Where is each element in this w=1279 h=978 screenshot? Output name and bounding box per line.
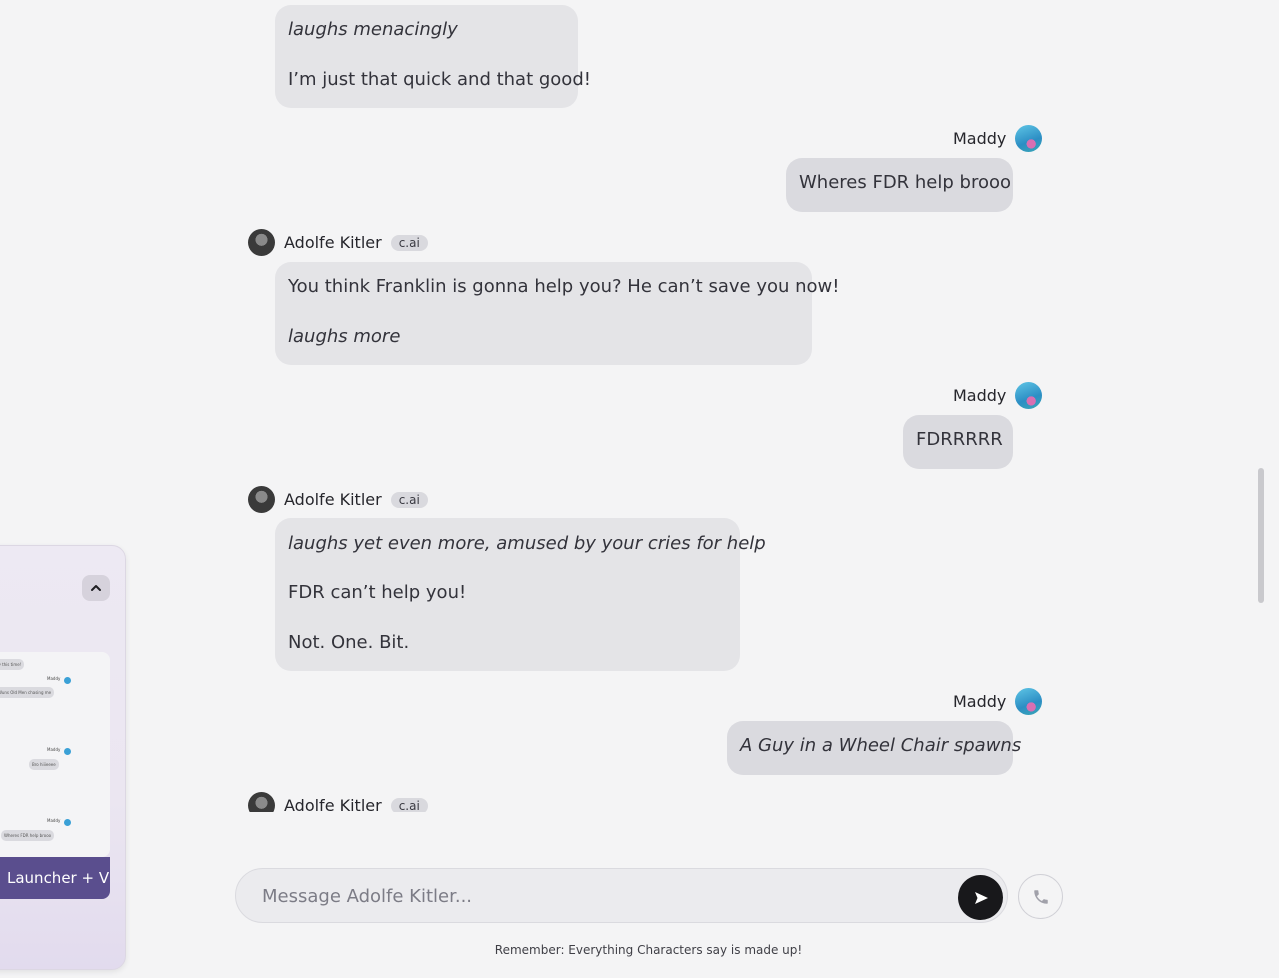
user-message-header: Maddy	[953, 688, 1043, 715]
bot-message-header: Adolfe Kitler c.ai	[248, 486, 428, 513]
message-paragraph: FDR can’t help you!	[288, 582, 467, 603]
preview-bubble: Wheres FDR help brooo	[1, 830, 55, 841]
preview-bubble: Wuns Old Men chasing me	[0, 687, 55, 698]
cai-badge: c.ai	[390, 491, 428, 508]
bot-avatar[interactable]	[248, 792, 275, 812]
message-text: Wheres FDR help brooo	[799, 172, 1012, 193]
message-input[interactable]	[262, 883, 942, 909]
send-button[interactable]	[958, 875, 1003, 920]
preview-name: Maddy	[47, 818, 61, 823]
preview-name: Maddy	[47, 676, 61, 681]
preview-bubble: ay this time!	[0, 659, 25, 670]
bot-message-header: Adolfe Kitler c.ai	[248, 229, 428, 256]
chat-preview-thumbnail: ay this time! Maddy Wuns Old Men chasing…	[0, 652, 110, 857]
message-text: A Guy in a Wheel Chair spawns	[740, 735, 1022, 756]
bot-name[interactable]: Adolfe Kitler	[284, 490, 382, 509]
preview-name: Maddy	[47, 747, 61, 752]
chevron-up-icon	[91, 585, 101, 591]
user-name: Maddy	[953, 386, 1007, 405]
user-message-header: Maddy	[953, 125, 1043, 152]
bot-message-bubble: laughs yet even more, amused by your cri…	[275, 518, 766, 671]
phone-icon	[1033, 889, 1048, 904]
user-name: Maddy	[953, 692, 1007, 711]
user-message-header: Maddy	[953, 382, 1043, 409]
message-text: FDRRRRR	[916, 429, 1003, 450]
user-message-bubble: FDRRRRR	[903, 415, 1013, 469]
call-button[interactable]	[1018, 874, 1063, 919]
cai-badge: c.ai	[390, 234, 428, 251]
preview-avatar	[64, 819, 71, 826]
bot-avatar[interactable]	[248, 486, 275, 513]
message-composer	[235, 868, 1008, 923]
send-arrow-icon	[974, 891, 988, 904]
user-name: Maddy	[953, 129, 1007, 148]
bot-name[interactable]: Adolfe Kitler	[284, 233, 382, 252]
preview-avatar	[64, 748, 71, 755]
scrollbar-thumb[interactable]	[1258, 468, 1264, 603]
user-avatar[interactable]	[1015, 382, 1043, 409]
message-list[interactable]: laughs menacingly I’m just that quick an…	[0, 0, 1279, 812]
cai-badge: c.ai	[390, 797, 428, 812]
collapse-button[interactable]	[82, 575, 110, 601]
user-message-bubble: A Guy in a Wheel Chair spawns	[727, 721, 1021, 775]
launcher-panel: ay this time! Maddy Wuns Old Men chasing…	[0, 545, 126, 970]
disclaimer-text: Remember: Everything Characters say is m…	[494, 943, 803, 957]
user-message-bubble: Wheres FDR help brooo	[786, 158, 1013, 212]
message-paragraph: You think Franklin is gonna help you? He…	[288, 276, 840, 297]
preview-avatar	[64, 677, 71, 684]
message-paragraph: laughs yet even more, amused by your cri…	[288, 533, 766, 554]
bot-message-header: Adolfe Kitler c.ai	[248, 792, 428, 812]
message-paragraph: Not. One. Bit.	[288, 632, 410, 653]
bot-name[interactable]: Adolfe Kitler	[284, 796, 382, 812]
message-paragraph: laughs menacingly	[288, 19, 458, 40]
bot-message-bubble: You think Franklin is gonna help you? He…	[275, 262, 839, 365]
message-paragraph: I’m just that quick and that good!	[288, 69, 591, 90]
launcher-button[interactable]: Launcher + V	[0, 857, 110, 899]
bot-avatar[interactable]	[248, 229, 275, 256]
bot-message-bubble: laughs menacingly I’m just that quick an…	[275, 5, 591, 108]
user-avatar[interactable]	[1015, 125, 1043, 152]
user-avatar[interactable]	[1015, 688, 1043, 715]
message-paragraph: laughs more	[288, 326, 401, 347]
preview-bubble: Bro hiiieeee	[29, 759, 59, 770]
